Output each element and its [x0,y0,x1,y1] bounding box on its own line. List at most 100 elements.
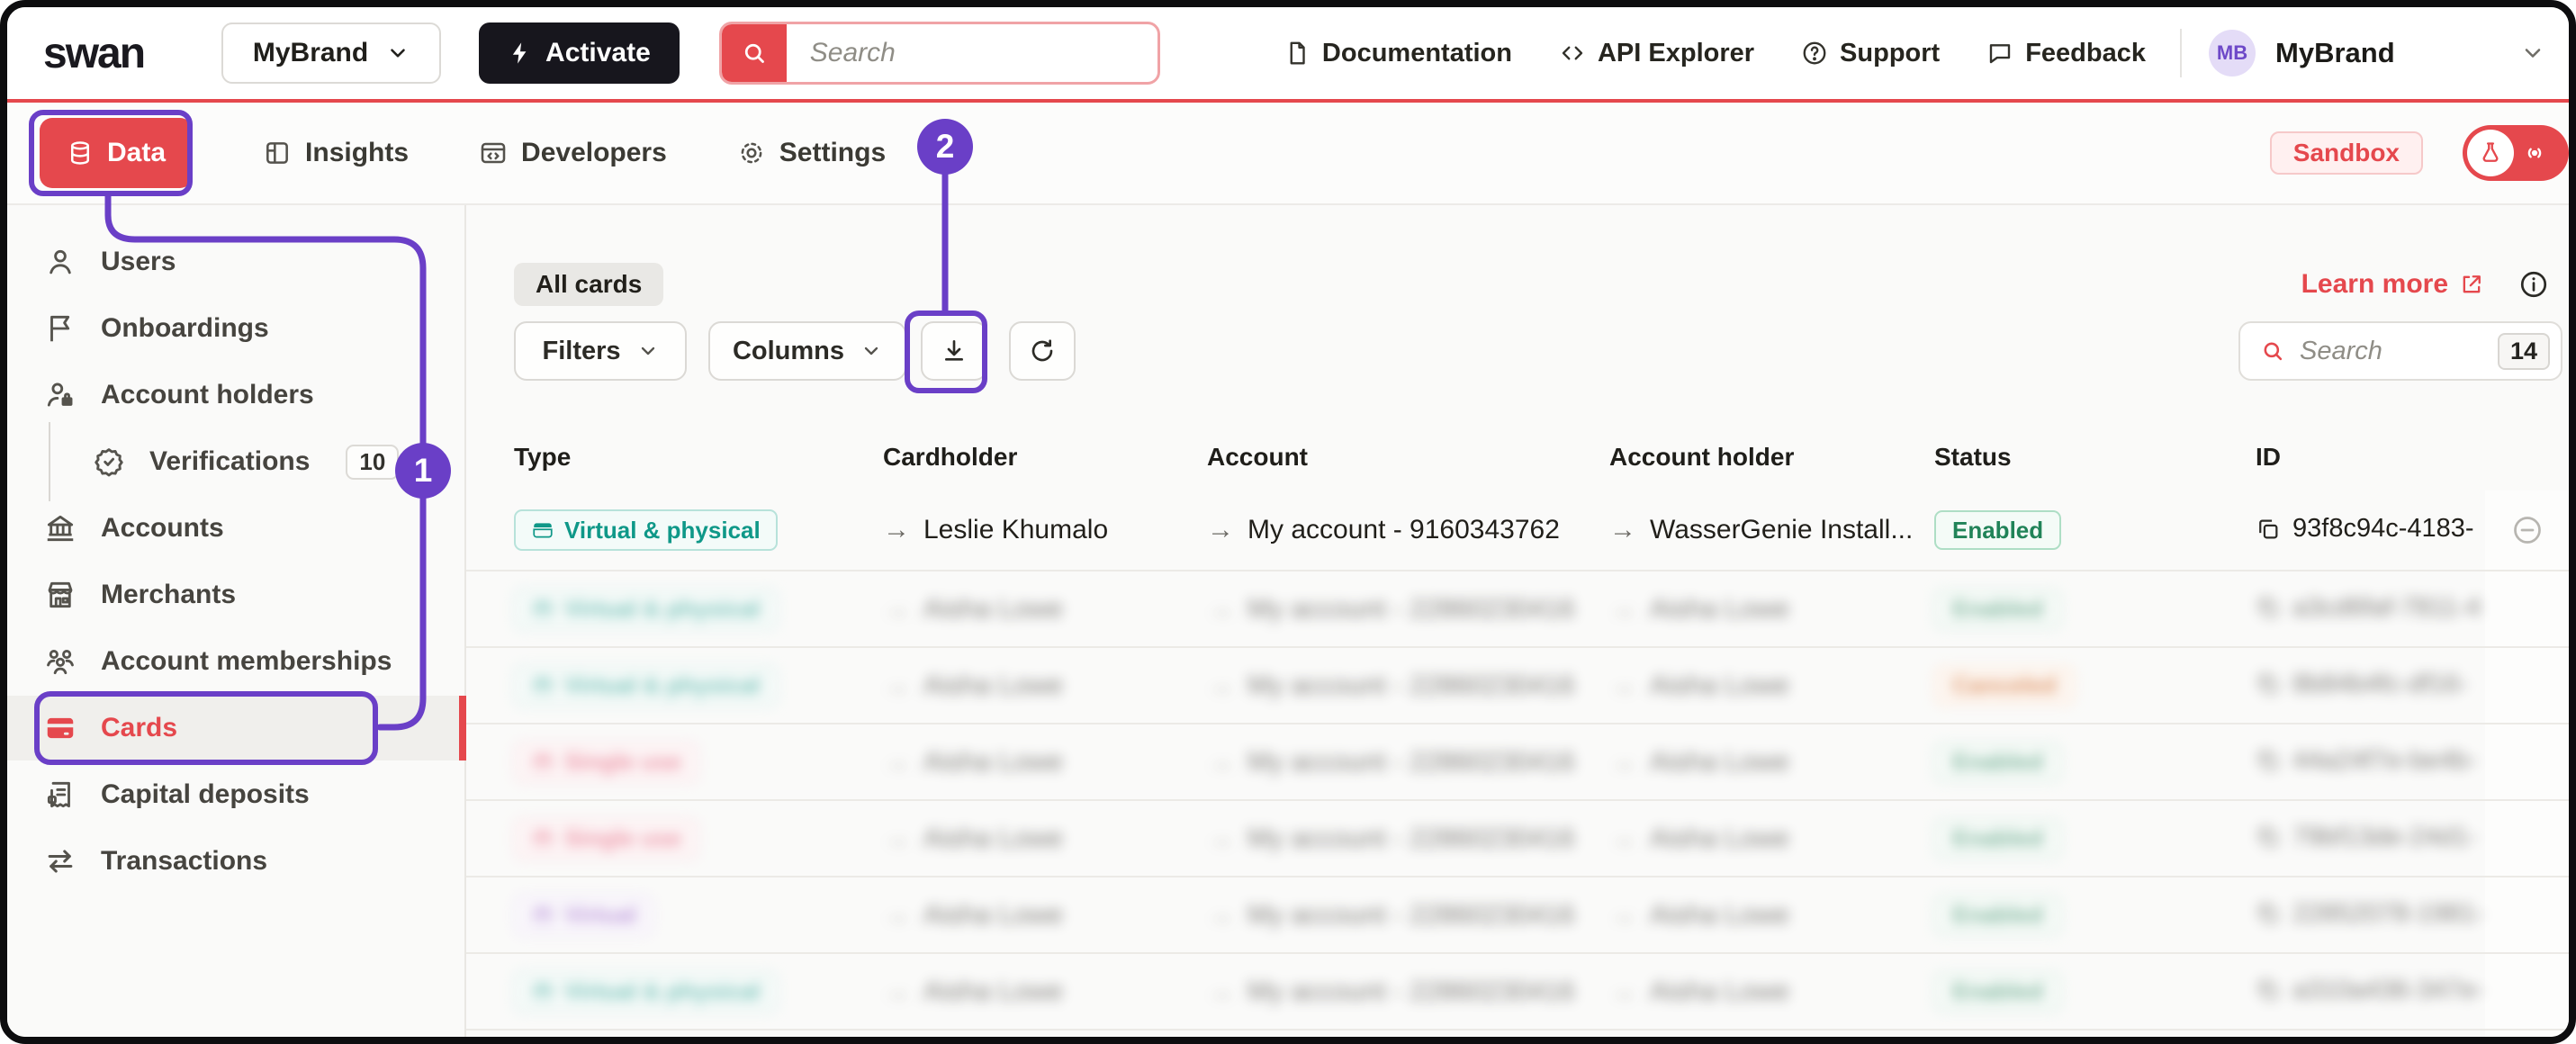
account-link[interactable]: →My account - 22860230416 [1207,747,1575,778]
account-holder-link[interactable]: →Aisha Lowe [1609,747,1789,778]
card-type-badge: Virtual & physical [514,665,778,706]
columns-button[interactable]: Columns [708,321,906,381]
account-link[interactable]: →My account - 22860230416 [1207,670,1575,701]
sidebar-item-account-memberships[interactable]: Account memberships [7,629,464,694]
swan-logo: swan [43,29,144,78]
arrow-right-icon: → [883,670,910,701]
cardholder-link[interactable]: →Aisha Lowe [883,747,1063,778]
flask-icon [2467,130,2514,176]
card-icon [531,598,554,621]
account-holder-link[interactable]: →Aisha Lowe [1609,900,1789,931]
account-link[interactable]: →My account - 22860230416 [1207,976,1575,1007]
tab-settings[interactable]: Settings [737,138,886,168]
refresh-button[interactable] [1009,321,1076,381]
arrow-right-icon: → [1207,747,1234,778]
table-row[interactable]: Virtual & physical→Aisha Lowe→My account… [466,954,2569,1030]
sidebar-item-accounts[interactable]: Accounts [7,496,464,561]
cardholder-link[interactable]: →Leslie Khumalo [883,515,1108,545]
arrow-right-icon: → [1207,824,1234,854]
table-row[interactable]: Single use →Aisha Lowe →My account - 22860… [466,801,2569,878]
account-holder-link[interactable]: →Aisha Lowe [1609,824,1789,854]
table-row[interactable]: Virtual & physical→Aisha Lowe→My account… [466,572,2569,648]
account-menu[interactable]: MB MyBrand [2209,30,2569,76]
arrow-right-icon: → [883,824,910,854]
global-search[interactable]: Search [719,22,1160,85]
sidebar-item-onboardings[interactable]: Onboardings [7,296,464,361]
account-holder-link[interactable]: →Aisha Lowe [1609,976,1789,1007]
tab-all-cards[interactable]: All cards [514,263,663,306]
table-row[interactable]: Virtual & physical →Aisha Lowe →My account… [466,648,2569,724]
account-holder-link[interactable]: →Aisha Lowe [1609,594,1789,625]
table-row[interactable]: Single use→Aisha Lowe→My account - 22860… [466,724,2569,801]
cardholder-link[interactable]: →Aisha Lowe [883,824,1063,854]
cardholder-link[interactable]: →Aisha Lowe [883,900,1063,931]
copy-icon [2256,977,2281,1003]
sidebar-item-transactions[interactable]: Transactions [7,829,464,894]
feedback-link[interactable]: Feedback [1986,39,2146,68]
account-holder-link[interactable]: →WasserGenie Install... [1609,515,1913,545]
card-type-badge: Single use [514,818,698,860]
column-header-cardholder: Cardholder [883,443,1207,472]
copy-icon [2256,671,2281,697]
card-id[interactable]: 22852078-1981- [2256,899,2484,929]
copy-icon [2256,748,2281,773]
cardholder-link[interactable]: →Aisha Lowe [883,594,1063,625]
account-holder-link[interactable]: →Aisha Lowe [1609,670,1789,701]
sidebar-item-verifications[interactable]: Verifications 10 [7,429,464,494]
arrow-right-icon: → [1609,976,1636,1007]
tab-developers[interactable]: Developers [479,138,667,168]
card-id[interactable]: 93f8c94c-4183- [2256,514,2474,544]
sidebar-item-cards[interactable]: Cards [7,696,464,760]
support-link[interactable]: Support [1801,39,1940,68]
sidebar-item-account-holders[interactable]: Account holders [7,363,464,428]
sidebar-item-merchants[interactable]: Merchants [7,562,464,627]
account-link[interactable]: →My account - 22860230416 [1207,900,1575,931]
status-badge: Enabled [1934,590,2061,629]
environment-toggle[interactable] [2463,125,2569,181]
card-id[interactable]: 44a24f7e-be4b- [2256,746,2477,776]
table-search-input[interactable]: Search 14 [2238,321,2562,381]
download-button[interactable] [921,321,987,381]
bolt-icon [508,40,533,66]
filters-button[interactable]: Filters [514,321,687,381]
status-badge: Canceled [1934,666,2075,706]
tab-insights[interactable]: Insights [263,138,409,168]
chat-icon [1986,40,2013,67]
activate-button[interactable]: Activate [479,22,680,84]
account-name: MyBrand [2275,37,2395,69]
card-id[interactable]: a310a436-347e- [2256,976,2484,1005]
minus-circle-icon[interactable] [2511,514,2544,546]
card-id[interactable]: 79bf13de-24d1- [2256,823,2477,852]
chevron-down-icon [860,340,882,362]
tab-data[interactable]: Data [40,118,193,188]
learn-more-link[interactable]: Learn more [2301,269,2484,300]
cardholder-link[interactable]: →Aisha Lowe [883,670,1063,701]
account-link[interactable]: →My account - 22860230416 [1207,824,1575,854]
code-icon [1559,40,1586,67]
file-icon [1283,40,1311,67]
card-id[interactable]: 8b84b4fc-df16- [2256,670,2468,699]
account-link[interactable]: →My account - 22860230416 [1207,594,1575,625]
cards-table: Type Cardholder Account Account holder S… [466,423,2569,1037]
app-window: swan MyBrand Activate Search Documentati… [0,0,2576,1044]
chevron-down-icon [637,340,659,362]
flag-icon [43,311,77,346]
table-row[interactable]: Virtual & physical→Leslie Khumalo→My acc… [466,490,2569,572]
sidebar-item-users[interactable]: Users [7,230,464,294]
user-briefcase-icon [43,378,77,412]
project-selector[interactable]: MyBrand [221,22,441,84]
arrow-right-icon: → [1609,670,1636,701]
arrow-right-icon: → [1207,976,1234,1007]
cardholder-link[interactable]: →Aisha Lowe [883,976,1063,1007]
sidebar-item-capital-deposits[interactable]: Capital deposits [7,762,464,827]
card-icon [531,518,554,542]
card-id[interactable]: a3cd6faf-7811-4 [2256,593,2481,623]
documentation-link[interactable]: Documentation [1283,39,1512,68]
account-link[interactable]: →My account - 9160343762 [1207,515,1560,545]
table-row[interactable]: Virtual→Aisha Lowe→My account - 22860230… [466,878,2569,954]
card-icon [531,674,554,698]
column-header-status: Status [1934,443,2256,472]
bank-icon [43,511,77,545]
api-explorer-link[interactable]: API Explorer [1559,39,1754,68]
info-icon[interactable] [2518,269,2549,300]
